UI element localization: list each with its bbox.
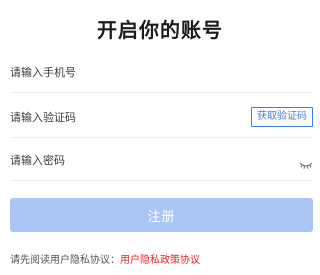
agreement-prompt: 请先阅读用户隐私协议： — [10, 255, 120, 266]
privacy-policy-link[interactable]: 用户隐私政策协议 — [120, 255, 200, 266]
register-button[interactable]: 注册 — [10, 198, 313, 232]
get-code-button[interactable]: 获取验证码 — [251, 107, 313, 127]
eye-closed-icon[interactable] — [299, 155, 313, 169]
phone-field-row — [10, 53, 313, 93]
password-field-row — [10, 141, 313, 181]
verification-code-input[interactable] — [10, 98, 230, 137]
page-title: 开启你的账号 — [97, 18, 223, 42]
phone-input[interactable] — [10, 53, 230, 92]
verification-code-field-row: 获取验证码 — [10, 98, 313, 138]
password-input[interactable] — [10, 141, 230, 180]
privacy-agreement: 请先阅读用户隐私协议：用户隐私政策协议 — [10, 251, 200, 266]
